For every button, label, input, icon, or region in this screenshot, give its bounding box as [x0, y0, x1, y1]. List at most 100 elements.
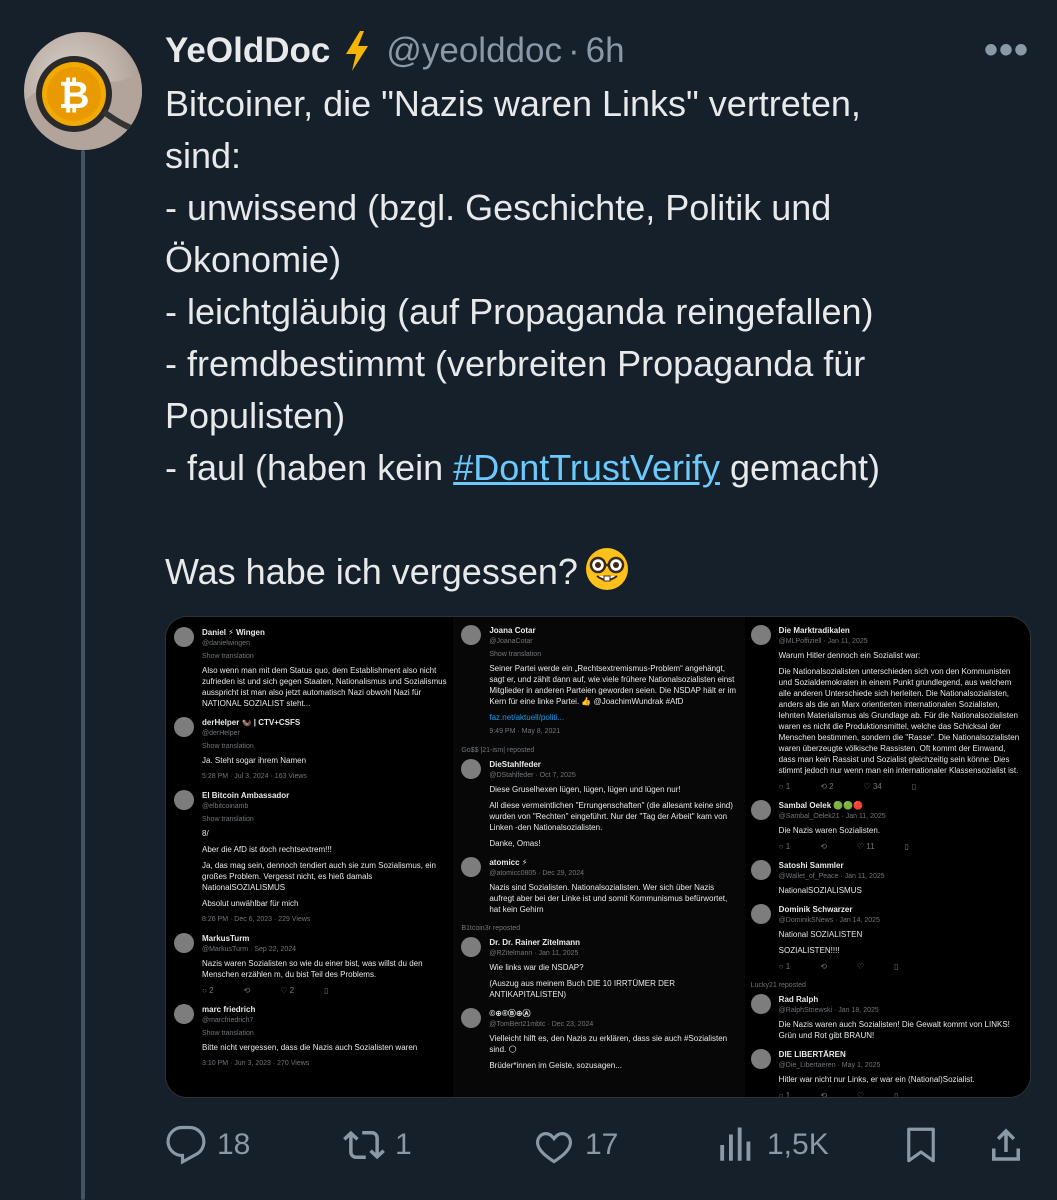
- embedded-action-value: 1: [785, 842, 791, 851]
- embedded-tweet-body: National SOZIALISTEN SOZIALISTEN!!!!: [779, 929, 1024, 956]
- embedded-avatar: [461, 759, 482, 779]
- attached-image-collage[interactable]: Daniel ⚡ Wingen @danielwingen Show transla…: [165, 616, 1031, 1098]
- retweet-count: 1: [395, 1128, 412, 1161]
- embedded-tweet-paragraph: All diese vermeintlichen "Errungenschaft…: [489, 801, 733, 832]
- embedded-tweet-paragraph: Also wenn man mit dem Status quo, dem Es…: [202, 666, 447, 708]
- embedded-avatar: [461, 625, 482, 645]
- embedded-action-count: ⟲: [244, 985, 251, 996]
- embedded-avatar: [174, 627, 194, 647]
- embedded-tweet-paragraph: Bitte nicht vergessen, dass die Nazis au…: [202, 1043, 418, 1052]
- embedded-action-icon: ▯: [894, 1091, 899, 1097]
- hashtag-link[interactable]: #DontTrustVerify: [453, 447, 720, 488]
- embedded-tweet-paragraph: National SOZIALISTEN: [778, 930, 863, 939]
- embedded-avatar: [750, 860, 771, 880]
- embedded-tweet-paragraph: Wie links war die NSDAP?: [489, 963, 584, 972]
- embedded-author-name: ©⊕®Ⓑ⊕Ⓐ: [489, 1009, 531, 1018]
- tweet-line: - unwissend (bzgl. Geschichte, Politik u…: [165, 187, 832, 228]
- retweet-icon: [343, 1130, 385, 1160]
- embedded-tweet-body: Nazis sind Sozialisten. Nationalsozialis…: [489, 882, 738, 915]
- embedded-action-count: ⟲: [820, 1090, 827, 1097]
- embedded-tweet-paragraph: Die Nationalsozialisten unterschieden si…: [778, 667, 1020, 775]
- views-button[interactable]: 1,5K: [715, 1120, 829, 1170]
- embedded-action-count: ○ 1: [779, 841, 791, 852]
- embedded-tweet-paragraph: Diese Gruselhexen lügen, lügen, lügen un…: [489, 785, 681, 794]
- svg-text:₿: ₿: [59, 73, 90, 117]
- tweet-line: sind:: [165, 135, 242, 176]
- show-translation-label: Show translation: [202, 743, 254, 750]
- repost-label: Go$$ |21-ism| reposted: [461, 747, 535, 754]
- embedded-tweet-paragraph: Absolut unwählbar für mich: [202, 899, 299, 908]
- embedded-tweet-paragraph: NationalSOZIALISMUS: [778, 886, 862, 895]
- show-translation-label: Show translation: [202, 816, 254, 823]
- embedded-action-icon: ⟲: [820, 1091, 827, 1097]
- timestamp[interactable]: 6h: [586, 31, 625, 71]
- share-button[interactable]: [985, 1120, 1027, 1170]
- embedded-tweet-body: NationalSOZIALISMUS: [779, 885, 1024, 896]
- reply-button[interactable]: 18: [165, 1120, 250, 1170]
- embedded-action-icon: ▯: [904, 842, 910, 851]
- bookmark-button[interactable]: [900, 1120, 942, 1170]
- embedded-author-name: atomicc ⚡: [489, 858, 528, 867]
- embedded-action-icon: ○: [202, 986, 210, 995]
- embedded-tweet-paragraph: Warum Hitler dennoch ein Sozialist war:: [778, 651, 921, 660]
- embedded-author-name: marc friedrich: [202, 1005, 256, 1014]
- retweet-button[interactable]: 1: [343, 1120, 412, 1170]
- embedded-tweet: ©⊕®Ⓑ⊕Ⓐ @TomBert21mbtc · Dec 23, 2024 Viell…: [461, 1008, 738, 1071]
- display-name[interactable]: YeOldDoc: [165, 31, 330, 71]
- embedded-author-handle: @elbitcoinamb: [202, 803, 249, 810]
- embedded-action-icon: ⟲: [243, 986, 251, 995]
- embedded-author-name: Daniel ⚡ Wingen: [202, 628, 265, 637]
- screenshot-column-3: Die Marktradikalen @MLPoffiziell · Jan 11…: [744, 617, 1030, 1097]
- embedded-action-icon: ○: [778, 962, 786, 971]
- views-count: 1,5K: [767, 1128, 829, 1161]
- embedded-author-name: Joana Cotar: [489, 626, 536, 635]
- action-bar: 18 1 17 1,5K: [165, 1120, 1035, 1170]
- embedded-author-name: Sambal Oelek 🟢🟢🔴: [778, 801, 864, 810]
- embedded-author-handle: @DominikSNews · Jan 14, 2025: [778, 917, 880, 924]
- embedded-action-count: ▯: [912, 781, 916, 792]
- embedded-tweet: derHelper 🦦 | CTV+CSFS @derHelper Show tra…: [174, 717, 447, 782]
- embedded-tweet-paragraph: Nazis waren Sozialisten so wie du einer …: [202, 959, 423, 979]
- line-prefix: - faul (haben kein: [165, 447, 454, 488]
- embedded-action-icon: ○: [778, 1091, 786, 1097]
- embedded-action-icon: ♡: [856, 962, 865, 971]
- like-button[interactable]: 17: [533, 1120, 618, 1170]
- embedded-action-icon: ○: [778, 842, 786, 851]
- embedded-author-handle: @Wallet_of_Peace · Jan 11, 2025: [778, 873, 885, 880]
- embedded-action-row: ○ 2 ⟲ ♡ 2 ▯: [202, 985, 447, 996]
- embedded-tweet-body: Die Nazis waren Sozialisten.: [779, 825, 1024, 836]
- embedded-tweet-paragraph: Vielleicht hilft es, den Nazis zu erklär…: [489, 1034, 728, 1054]
- embedded-action-value: 2: [209, 986, 214, 995]
- embedded-avatar: [461, 937, 482, 957]
- question-text: Was habe ich vergessen?: [165, 551, 578, 592]
- embedded-avatar: [174, 933, 194, 953]
- tweet-line: Ökonomie): [165, 239, 342, 280]
- embedded-action-count: ▯: [905, 841, 909, 852]
- embedded-avatar: [174, 790, 194, 810]
- embedded-tweet-body: Hitler war nicht nur Links, er war ein (…: [779, 1074, 1024, 1085]
- embedded-tweet: Joana Cotar @JoanaCotar Show translation Se…: [461, 625, 738, 737]
- embedded-author-name: DieStahlfeder: [489, 760, 541, 769]
- embedded-tweet-paragraph: Nazis sind Sozialisten. Nationalsozialis…: [489, 883, 728, 914]
- embedded-tweet-meta: 3:10 PM · Jun 3, 2023 · 270 Views: [202, 1060, 310, 1067]
- embedded-tweet-paragraph: Aber die AfD ist doch rechtsextrem!!!: [202, 845, 332, 854]
- embedded-tweet-paragraph: (Auszug aus meinem Buch DIE 10 IRRTÜMER …: [489, 979, 676, 999]
- embedded-action-count: ▯: [324, 985, 328, 996]
- screenshot-column-1: Daniel ⚡ Wingen @danielwingen Show transla…: [166, 617, 454, 1097]
- embedded-action-icon: ⟲: [820, 842, 827, 851]
- user-handle[interactable]: @yeolddoc: [386, 31, 562, 71]
- show-translation-label: Show translation: [202, 653, 254, 660]
- tweet-line: - fremdbestimmt (verbreiten Propaganda f…: [165, 343, 866, 384]
- embedded-link: faz.net/aktuell/politi...: [489, 713, 565, 722]
- embedded-tweet-paragraph: Die Nazis waren auch Sozialisten! Die Ge…: [778, 1020, 1010, 1040]
- embedded-tweet-paragraph: Ja. Steht sogar ihrem Namen: [202, 756, 307, 765]
- more-options-icon[interactable]: •••: [984, 30, 1029, 70]
- embedded-avatar: [174, 717, 194, 737]
- embedded-tweet-body: Nazis waren Sozialisten so wie du einer …: [202, 958, 447, 980]
- avatar[interactable]: ₿: [24, 32, 142, 150]
- embedded-tweet-body: Bitte nicht vergessen, dass die Nazis au…: [202, 1042, 447, 1053]
- repost-label: Lucky21 reposted: [750, 982, 806, 989]
- embedded-action-row: ○ 1 ⟲ ♡ ▯: [779, 961, 1024, 972]
- embedded-tweet: atomicc ⚡ @atomicc0805 · Dec 29, 2024 Nazi…: [461, 857, 738, 915]
